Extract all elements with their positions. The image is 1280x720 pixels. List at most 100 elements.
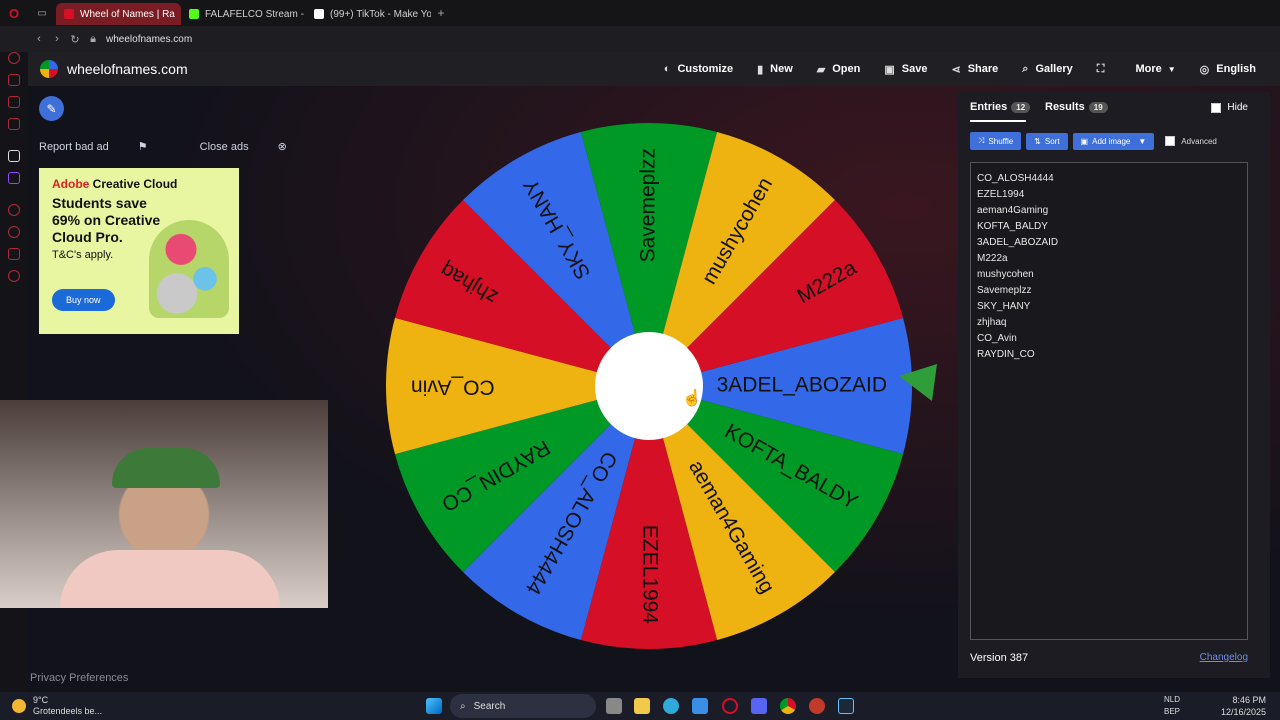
opera-gx-icon[interactable] <box>722 698 738 714</box>
task-view-icon[interactable] <box>606 698 622 714</box>
reload-icon[interactable]: ↻ <box>66 33 84 46</box>
results-count-badge: 19 <box>1088 101 1108 113</box>
system-clock[interactable]: 8:46 PM 12/16/2025 <box>1221 694 1266 718</box>
sidebar-icon[interactable] <box>8 74 20 86</box>
sidebar-icon[interactable] <box>8 52 20 64</box>
entries-count-badge: 12 <box>1011 101 1031 113</box>
privacy-preferences-link[interactable]: Privacy Preferences <box>30 672 128 684</box>
back-icon[interactable]: ‹ <box>30 33 48 45</box>
active-tab-indicator <box>970 120 1026 122</box>
entry-line: SKY_HANY <box>977 301 1031 312</box>
customize-button[interactable]: ◐ Customize <box>664 63 733 75</box>
wheel-center-hub[interactable] <box>595 332 703 440</box>
webcam-person-shirt <box>60 550 280 608</box>
file-explorer-icon[interactable] <box>634 698 650 714</box>
chevron-down-icon: ▼ <box>1167 64 1176 74</box>
entry-line: KOFTA_BALDY <box>977 221 1048 232</box>
history-icon[interactable] <box>8 226 20 238</box>
site-logo[interactable]: wheelofnames.com <box>40 60 188 78</box>
entry-line: 3ADEL_ABOZAID <box>977 237 1059 248</box>
close-icon: ⊗ <box>277 141 287 153</box>
edit-button[interactable]: ✎ <box>39 96 64 121</box>
entries-textarea[interactable]: CO_ALOSH4444 EZEL1994 aeman4Gaming KOFTA… <box>970 162 1248 640</box>
wheel-logo-icon <box>40 60 58 78</box>
tiktok-favicon-icon <box>314 9 324 19</box>
new-button[interactable]: ▮ New <box>757 63 793 76</box>
tab-wheel-of-names[interactable]: Wheel of Names | Ra <box>56 3 181 25</box>
lock-icon: 🔒︎ <box>90 32 96 45</box>
share-button[interactable]: ⋖ Share <box>951 63 998 76</box>
sort-button[interactable]: ⇅ Sort <box>1026 132 1068 150</box>
wheel-segment-label: Savemeplzz <box>637 148 660 262</box>
tab-title: Wheel of Names | Ra <box>80 8 175 20</box>
sidebar-icon[interactable] <box>8 118 20 130</box>
globe-icon: ◎ <box>1199 63 1210 76</box>
tab-tiktok[interactable]: (99+) TikTok - Make Your <box>306 3 431 25</box>
steam-icon[interactable] <box>838 698 854 714</box>
input-language[interactable]: NLD BEP <box>1164 694 1180 718</box>
entry-line: EZEL1994 <box>977 189 1025 200</box>
start-icon[interactable] <box>426 698 442 714</box>
tab-falafelco-stream[interactable]: FALAFELCO Stream - Wo <box>181 3 306 25</box>
report-bad-ad-link[interactable]: Report bad ad ⚑ <box>39 140 174 153</box>
tab-entries[interactable]: Entries 12 <box>970 101 1031 113</box>
tab-results[interactable]: Results 19 <box>1045 101 1108 113</box>
floppy-icon: ▣ <box>884 63 895 76</box>
hide-checkbox[interactable]: Hide <box>1211 102 1248 113</box>
entry-line: aeman4Gaming <box>977 205 1049 216</box>
shuffle-button[interactable]: ⤨ Shuffle <box>970 132 1022 150</box>
wheel-favicon-icon <box>64 9 74 19</box>
store-icon[interactable] <box>692 698 708 714</box>
app-icon[interactable] <box>809 698 825 714</box>
address-bar: ‹ › ↻ 🔒︎ wheelofnames.com <box>0 26 1280 52</box>
fullscreen-button[interactable]: ⛶ <box>1097 63 1112 76</box>
open-button[interactable]: ▰ Open <box>817 63 861 76</box>
sidebar-icon[interactable] <box>8 96 20 108</box>
entry-line: M222a <box>977 253 1008 264</box>
save-button[interactable]: ▣ Save <box>884 63 927 76</box>
taskbar-search[interactable]: ⌕ Search <box>450 694 596 718</box>
wheel[interactable]: 3ADEL_ABOZAIDKOFTA_BALDYaeman4GamingEZEL… <box>384 120 944 655</box>
add-image-button[interactable]: ▣ Add image ▼ <box>1072 132 1155 150</box>
more-button[interactable]: More ▼ <box>1135 63 1175 75</box>
entry-line: Savemeplzz <box>977 285 1032 296</box>
edge-icon[interactable] <box>663 698 679 714</box>
advertisement[interactable]: Adobe Creative Cloud Students save 69% o… <box>39 168 239 334</box>
ad-controls: Report bad ad ⚑ Close ads ⊗ <box>39 140 339 153</box>
checkbox-icon <box>1211 102 1222 113</box>
ad-illustration <box>149 220 229 318</box>
gallery-button[interactable]: ⌕ Gallery <box>1022 63 1072 76</box>
new-tab-icon[interactable]: + <box>431 6 451 20</box>
sidebar-icon[interactable] <box>8 248 20 260</box>
entry-line: zhjhaq <box>977 317 1007 328</box>
advanced-checkbox[interactable]: Advanced <box>1165 136 1217 146</box>
settings-icon[interactable] <box>8 270 20 282</box>
tabs-menu-icon[interactable]: ▭ <box>28 8 56 19</box>
wheel-segment-label: 3ADEL_ABOZAID <box>717 374 887 397</box>
chevron-down-icon: ▼ <box>1138 136 1147 146</box>
weather-widget[interactable]: 9°C Grotendeels be... <box>12 695 102 717</box>
forward-icon[interactable]: › <box>48 33 66 45</box>
chrome-icon[interactable] <box>780 698 796 714</box>
url-field[interactable]: wheelofnames.com <box>106 34 192 45</box>
webcam-overlay <box>0 400 328 608</box>
version-label: Version 387 <box>970 652 1029 664</box>
sidebar-icon[interactable] <box>8 204 20 216</box>
close-ads-link[interactable]: Close ads ⊗ <box>200 140 313 153</box>
buy-now-button[interactable]: Buy now <box>52 289 115 311</box>
entry-line: RAYDIN_CO <box>977 349 1035 360</box>
opera-logo-icon[interactable]: O <box>0 6 28 21</box>
webcam-person-cap <box>112 448 220 488</box>
top-menu: ◐ Customize ▮ New ▰ Open ▣ Save ⋖ Share ⌕ Gall… <box>664 52 1280 86</box>
site-name: wheelofnames.com <box>67 61 188 77</box>
folder-icon: ▰ <box>816 63 826 76</box>
weather-text: Grotendeels be... <box>33 706 103 716</box>
sidebar-icon[interactable] <box>8 150 20 162</box>
twitch-icon[interactable] <box>8 172 20 184</box>
changelog-link[interactable]: Changelog <box>1200 652 1248 663</box>
image-icon: ▣ <box>1080 136 1089 146</box>
language-button[interactable]: ◎ English <box>1200 63 1256 76</box>
discord-icon[interactable] <box>751 698 767 714</box>
ad-headline: Students save 69% on Creative Cloud Pro. <box>52 195 161 245</box>
tab-title: (99+) TikTok - Make Your <box>330 8 431 20</box>
